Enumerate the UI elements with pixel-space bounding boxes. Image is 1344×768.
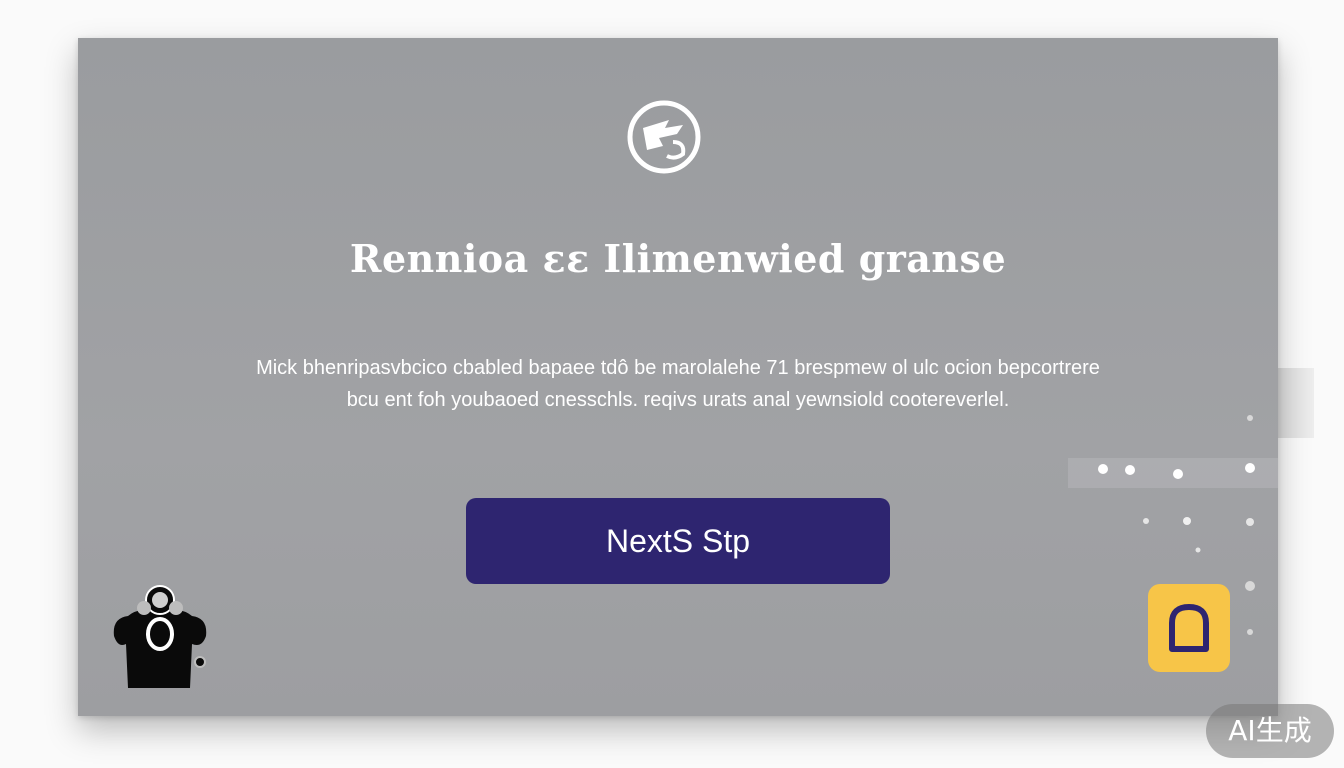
onboarding-dialog: Rennioa ɛɛ Ilimenwied granse Mick bhenri… [78, 38, 1278, 716]
dialog-title: Rennioa ɛɛ Ilimenwied granse [349, 236, 1007, 281]
screen: Rennioa ɛɛ Ilimenwied granse Mick bhenri… [0, 0, 1344, 768]
ai-generated-watermark: AI生成 [1206, 704, 1334, 758]
dialog-description: Mick bhenripasvbcico cbabled bapaee tdô … [188, 352, 1168, 416]
description-line: bcu ent foh youbaoed cnesschls. reqivs u… [346, 389, 1010, 411]
side-shadow-decoration [1278, 368, 1314, 438]
circular-brand-logo-icon [627, 100, 701, 174]
description-line: Mick bhenripasvbcico cbabled bapaee tdô … [256, 357, 1100, 379]
help-chat-button[interactable] [1148, 584, 1230, 672]
chat-bubble-icon [1169, 604, 1209, 652]
mascot-character-icon [113, 585, 207, 688]
next-step-button[interactable]: NextS Stp [466, 498, 890, 584]
